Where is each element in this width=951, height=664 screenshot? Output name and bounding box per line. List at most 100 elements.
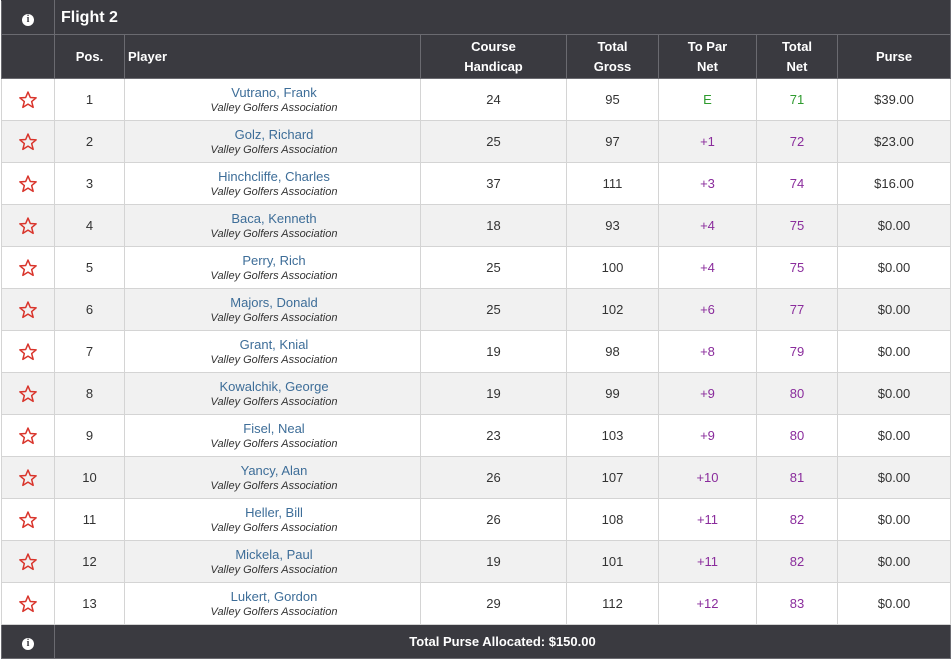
header-player: Player [124, 34, 421, 79]
player-name-link[interactable]: Mickela, Paul [128, 546, 420, 563]
total-net-cell: 79 [756, 330, 838, 373]
player-cell: Grant, Knial Valley Golfers Association [124, 330, 421, 373]
star-outline-icon[interactable] [18, 342, 38, 362]
results-body: 1 Vutrano, Frank Valley Golfers Associat… [1, 78, 951, 625]
player-association: Valley Golfers Association [210, 101, 338, 114]
flight-title-row: i Flight 2 [1, 0, 951, 35]
player-association: Valley Golfers Association [210, 479, 338, 492]
info-icon[interactable]: i [22, 13, 34, 26]
favorite-cell[interactable] [1, 288, 55, 331]
player-association: Valley Golfers Association [210, 311, 338, 324]
total-net-cell: 74 [756, 162, 838, 205]
favorite-cell[interactable] [1, 120, 55, 163]
header-to-par-net-line1: To Par [687, 38, 728, 54]
star-outline-icon[interactable] [18, 300, 38, 320]
footer-info-cell[interactable]: i [1, 624, 55, 659]
header-purse: Purse [836, 34, 951, 79]
to-par-net-cell: +6 [658, 288, 757, 331]
player-name-link[interactable]: Lukert, Gordon [128, 588, 420, 605]
player-name-link[interactable]: Grant, Knial [128, 336, 420, 353]
total-gross-cell: 108 [566, 498, 659, 541]
favorite-cell[interactable] [1, 582, 55, 625]
course-handicap-cell: 19 [420, 540, 567, 583]
table-row: 9 Fisel, Neal Valley Golfers Association… [1, 414, 951, 457]
total-gross-cell: 101 [566, 540, 659, 583]
total-net-cell: 81 [756, 456, 838, 499]
purse-cell: $0.00 [836, 204, 951, 247]
course-handicap-cell: 26 [420, 498, 567, 541]
course-handicap-cell: 37 [420, 162, 567, 205]
total-net-cell: 71 [756, 78, 838, 121]
purse-cell: $0.00 [836, 414, 951, 457]
star-outline-icon[interactable] [18, 174, 38, 194]
header-total-net: Total Net [756, 34, 838, 79]
player-name-link[interactable]: Kowalchik, George [128, 378, 420, 395]
star-outline-icon[interactable] [18, 90, 38, 110]
table-row: 11 Heller, Bill Valley Golfers Associati… [1, 498, 951, 541]
total-gross-cell: 99 [566, 372, 659, 415]
total-gross-cell: 112 [566, 582, 659, 625]
position-cell: 3 [54, 162, 125, 205]
player-name-link[interactable]: Perry, Rich [128, 252, 420, 269]
star-outline-icon[interactable] [18, 426, 38, 446]
star-outline-icon[interactable] [18, 468, 38, 488]
favorite-cell[interactable] [1, 414, 55, 457]
to-par-net-cell: +11 [658, 540, 757, 583]
favorite-cell[interactable] [1, 456, 55, 499]
position-cell: 11 [54, 498, 125, 541]
position-cell: 6 [54, 288, 125, 331]
favorite-cell[interactable] [1, 540, 55, 583]
course-handicap-cell: 23 [420, 414, 567, 457]
position-cell: 10 [54, 456, 125, 499]
purse-cell: $23.00 [836, 120, 951, 163]
header-total-net-line1: Total [781, 38, 813, 54]
total-gross-cell: 95 [566, 78, 659, 121]
header-to-par-net: To Par Net [658, 34, 757, 79]
table-row: 6 Majors, Donald Valley Golfers Associat… [1, 288, 951, 331]
star-outline-icon[interactable] [18, 552, 38, 572]
star-outline-icon[interactable] [18, 510, 38, 530]
player-name-link[interactable]: Majors, Donald [128, 294, 420, 311]
player-association: Valley Golfers Association [210, 605, 338, 618]
player-association: Valley Golfers Association [210, 563, 338, 576]
favorite-cell[interactable] [1, 246, 55, 289]
title-info-cell[interactable]: i [1, 0, 55, 35]
total-gross-cell: 98 [566, 330, 659, 373]
player-name-link[interactable]: Heller, Bill [128, 504, 420, 521]
player-name-link[interactable]: Baca, Kenneth [128, 210, 420, 227]
favorite-cell[interactable] [1, 372, 55, 415]
star-outline-icon[interactable] [18, 384, 38, 404]
total-gross-cell: 107 [566, 456, 659, 499]
info-icon[interactable]: i [22, 637, 34, 650]
favorite-cell[interactable] [1, 162, 55, 205]
favorite-cell[interactable] [1, 330, 55, 373]
star-outline-icon[interactable] [18, 132, 38, 152]
favorite-cell[interactable] [1, 498, 55, 541]
header-to-par-net-line2: Net [697, 58, 718, 74]
player-cell: Heller, Bill Valley Golfers Association [124, 498, 421, 541]
to-par-net-cell: +9 [658, 372, 757, 415]
total-net-cell: 72 [756, 120, 838, 163]
player-name-link[interactable]: Vutrano, Frank [128, 84, 420, 101]
favorite-cell[interactable] [1, 78, 55, 121]
player-association: Valley Golfers Association [210, 185, 338, 198]
total-gross-cell: 111 [566, 162, 659, 205]
purse-cell: $16.00 [836, 162, 951, 205]
favorite-cell[interactable] [1, 204, 55, 247]
player-name-link[interactable]: Golz, Richard [128, 126, 420, 143]
player-name-link[interactable]: Hinchcliffe, Charles [128, 168, 420, 185]
player-name-link[interactable]: Fisel, Neal [128, 420, 420, 437]
star-outline-icon[interactable] [18, 594, 38, 614]
player-cell: Yancy, Alan Valley Golfers Association [124, 456, 421, 499]
total-gross-cell: 102 [566, 288, 659, 331]
star-outline-icon[interactable] [18, 258, 38, 278]
player-name-link[interactable]: Yancy, Alan [128, 462, 420, 479]
total-net-cell: 80 [756, 372, 838, 415]
star-outline-icon[interactable] [18, 216, 38, 236]
to-par-net-cell: +8 [658, 330, 757, 373]
purse-cell: $0.00 [836, 288, 951, 331]
position-cell: 2 [54, 120, 125, 163]
total-gross-cell: 97 [566, 120, 659, 163]
to-par-net-cell: +3 [658, 162, 757, 205]
to-par-net-cell: +4 [658, 204, 757, 247]
